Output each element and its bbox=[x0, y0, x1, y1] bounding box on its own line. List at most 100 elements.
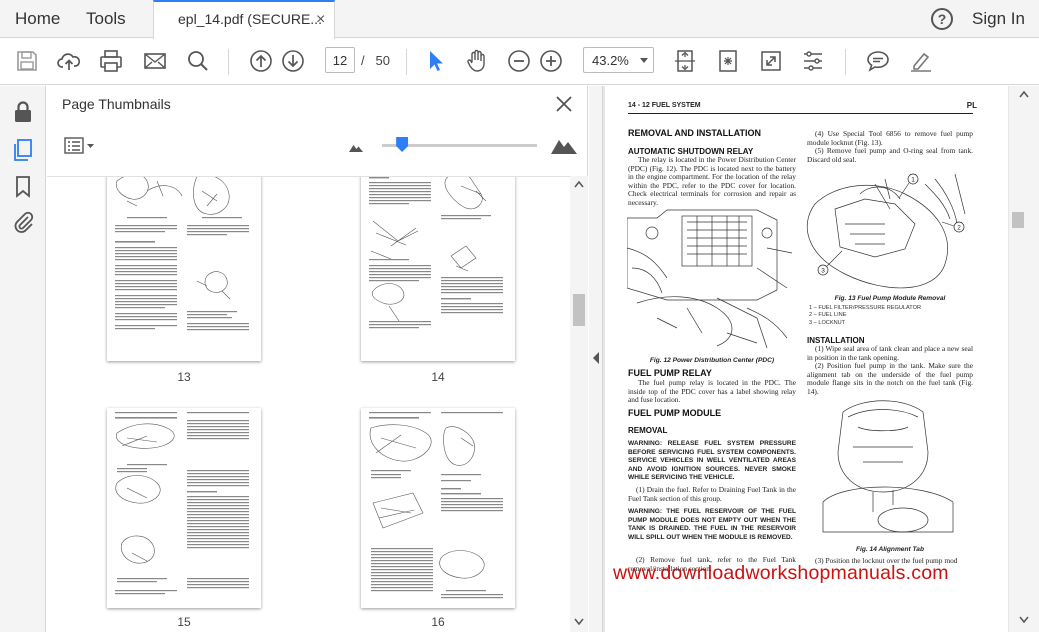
highlight-pen-icon[interactable] bbox=[908, 48, 934, 74]
scroll-down-icon[interactable] bbox=[574, 618, 584, 626]
paragraph-fuel-pump-relay: The fuel pump relay is located in the PD… bbox=[628, 378, 796, 405]
legend-item: 3 – LOCKNUT bbox=[809, 319, 846, 326]
page-thumbnail[interactable] bbox=[361, 408, 515, 608]
toolbar-separator bbox=[406, 49, 407, 75]
print-icon[interactable] bbox=[98, 48, 124, 74]
panel-splitter[interactable] bbox=[589, 86, 603, 632]
thumbnails-panel: Page Thumbnails 13 14 15 16 bbox=[47, 86, 588, 632]
help-icon[interactable]: ? bbox=[931, 8, 953, 30]
fuel-pump-module-figure: 1 2 3 bbox=[806, 173, 966, 289]
rotate-view-icon[interactable] bbox=[715, 48, 741, 74]
heading-fuel-pump-module: FUEL PUMP MODULE bbox=[628, 408, 722, 418]
hand-tool-icon[interactable] bbox=[464, 48, 490, 74]
close-panel-icon[interactable] bbox=[555, 95, 573, 113]
page-thumbnail-preview bbox=[369, 412, 503, 599]
figure-12-caption: Fig. 12 Power Distribution Center (PDC) bbox=[649, 357, 775, 364]
previous-page-icon[interactable] bbox=[248, 48, 274, 74]
page-thumbnail-number: 16 bbox=[431, 615, 445, 629]
panel-title: Page Thumbnails bbox=[62, 96, 171, 112]
figure-14-caption: Fig. 14 Alignment Tab bbox=[855, 546, 925, 553]
page-thumbnail-preview bbox=[115, 177, 249, 331]
scroll-down-icon[interactable] bbox=[1019, 616, 1029, 624]
thumbnail-larger-icon[interactable] bbox=[551, 136, 577, 154]
legend-item: 2 – FUEL LINE bbox=[809, 312, 847, 319]
legend-item: 1 – FUEL FILTER/PRESSURE REGULATOR bbox=[809, 305, 922, 311]
next-page-icon[interactable] bbox=[280, 48, 306, 74]
menu-bar: Home Tools epl_14.pdf (SECURE... × ? Sig… bbox=[0, 0, 1039, 39]
watermark-text: www.downloadworkshopmanuals.com bbox=[613, 562, 949, 584]
page-header-right: PL bbox=[966, 101, 977, 110]
heading-fuel-pump-relay: FUEL PUMP RELAY bbox=[628, 368, 712, 378]
toolbar: / 50 43.2% bbox=[0, 39, 1039, 85]
removal-step-4: (4) Use Special Tool 6856 to remove fuel… bbox=[807, 129, 973, 147]
email-icon[interactable] bbox=[142, 48, 168, 74]
callout-1: 1 bbox=[911, 177, 915, 184]
tools-menu[interactable]: Tools bbox=[86, 9, 126, 29]
zoom-level-value: 43.2% bbox=[592, 53, 629, 68]
comment-icon[interactable] bbox=[865, 48, 891, 74]
zoom-in-icon[interactable] bbox=[538, 48, 564, 74]
page-header: 14 - 12 FUEL SYSTEM PL bbox=[628, 101, 977, 114]
page-thumbnail-preview bbox=[369, 177, 503, 329]
callout-3: 3 bbox=[821, 268, 825, 275]
page-header-left: 14 - 12 FUEL SYSTEM bbox=[628, 102, 701, 109]
page-thumbnails-icon[interactable] bbox=[11, 138, 35, 162]
fit-page-icon[interactable] bbox=[672, 48, 698, 74]
scroll-up-icon[interactable] bbox=[1019, 90, 1029, 98]
cloud-upload-icon[interactable] bbox=[56, 48, 82, 74]
scroll-up-icon[interactable] bbox=[574, 180, 584, 188]
document-tab-title: epl_14.pdf (SECURE... bbox=[178, 11, 322, 27]
lock-icon[interactable] bbox=[11, 100, 35, 124]
document-tab[interactable]: epl_14.pdf (SECURE... × bbox=[153, 0, 335, 39]
heading-removal: REMOVAL bbox=[628, 426, 668, 435]
bookmark-icon[interactable] bbox=[11, 174, 35, 198]
home-menu[interactable]: Home bbox=[15, 9, 60, 29]
toolbar-separator bbox=[845, 49, 846, 75]
more-tools-icon[interactable] bbox=[800, 48, 826, 74]
close-tab-icon[interactable]: × bbox=[316, 11, 325, 29]
collapse-panel-icon[interactable] bbox=[592, 352, 600, 364]
heading-removal-installation: REMOVAL AND INSTALLATION bbox=[628, 128, 761, 138]
page-thumbnail[interactable] bbox=[107, 177, 261, 361]
navigation-rail bbox=[0, 86, 46, 632]
paragraph-asd: The relay is located in the Power Distri… bbox=[628, 155, 796, 207]
page-separator: / bbox=[361, 53, 365, 68]
page-thumbnail-number: 13 bbox=[177, 370, 191, 384]
chevron-down-icon bbox=[640, 58, 648, 63]
removal-step-5: (5) Remove fuel pump and O-ring seal fro… bbox=[807, 146, 973, 164]
document-scrollbar[interactable] bbox=[1009, 86, 1039, 632]
select-cursor-icon[interactable] bbox=[422, 48, 448, 74]
slider-handle[interactable] bbox=[396, 137, 409, 152]
figure-13-legend: 1 – FUEL FILTER/PRESSURE REGULATOR 2 – F… bbox=[809, 305, 921, 327]
toolbar-separator bbox=[228, 49, 229, 75]
search-icon[interactable] bbox=[185, 48, 211, 74]
page-thumbnail-number: 14 bbox=[431, 370, 445, 384]
zoom-level-select[interactable]: 43.2% bbox=[583, 47, 654, 73]
attachment-icon[interactable] bbox=[11, 210, 35, 234]
page-thumbnail[interactable] bbox=[361, 177, 515, 361]
sign-in-link[interactable]: Sign In bbox=[972, 9, 1025, 29]
page-thumbnail-preview bbox=[115, 412, 249, 595]
page-thumbnail[interactable] bbox=[107, 408, 261, 608]
thumbnail-smaller-icon[interactable] bbox=[349, 142, 363, 152]
thumbnail-list: 13 14 15 16 bbox=[47, 176, 570, 632]
thumbnail-scrollbar[interactable] bbox=[570, 176, 588, 632]
warning-fuel-pressure: WARNING: RELEASE FUEL SYSTEM PRESSURE BE… bbox=[628, 440, 796, 482]
installation-step-1: (1) Wipe seal area of tank clean and pla… bbox=[807, 344, 973, 362]
zoom-out-icon[interactable] bbox=[506, 48, 532, 74]
removal-step-1: (1) Drain the fuel. Refer to Draining Fu… bbox=[628, 485, 796, 503]
warning-fuel-reservoir: WARNING: THE FUEL RESERVOIR OF THE FUEL … bbox=[628, 508, 796, 541]
thumbnail-options-button[interactable] bbox=[64, 136, 98, 156]
alignment-tab-figure bbox=[822, 400, 954, 533]
page-number-input[interactable] bbox=[325, 47, 355, 73]
full-screen-icon[interactable] bbox=[758, 48, 784, 74]
scrollbar-thumb[interactable] bbox=[1012, 212, 1024, 228]
scrollbar-thumb[interactable] bbox=[573, 294, 585, 326]
page-total-label: / 50 bbox=[361, 53, 390, 68]
figure-13-caption: Fig. 13 Fuel Pump Module Removal bbox=[834, 295, 946, 302]
pdf-page: 14 - 12 FUEL SYSTEM PL REMOVAL AND INSTA… bbox=[605, 86, 1008, 632]
total-pages: 50 bbox=[375, 53, 390, 68]
save-icon[interactable] bbox=[14, 48, 40, 74]
callout-2: 2 bbox=[957, 225, 961, 232]
pdc-figure bbox=[627, 209, 793, 349]
